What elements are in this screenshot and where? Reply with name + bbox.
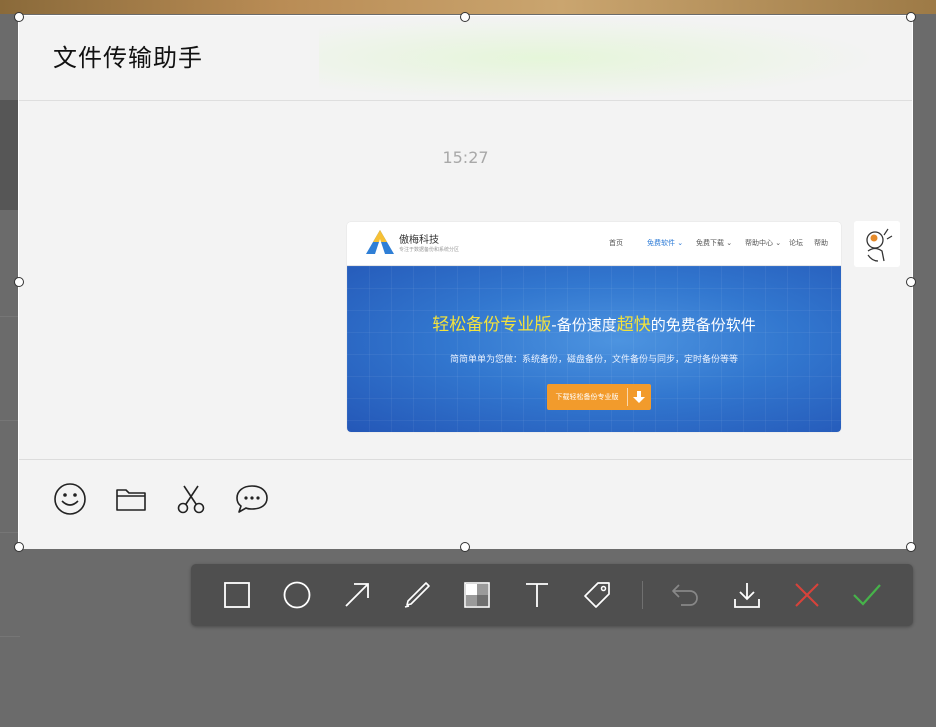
brand-tagline: 专注于数据备份和系统分区 [399, 247, 460, 253]
background-divider [0, 532, 20, 533]
aomei-logo-icon [366, 230, 394, 254]
toolbar-divider [642, 581, 643, 609]
selection-handle-middle-left[interactable] [14, 277, 24, 287]
nav-item-label: 帮助中心 [745, 239, 773, 247]
nav-item-home: 首页 [609, 239, 623, 247]
message-timestamp: 15:27 [442, 148, 489, 167]
nav-item-help: 帮助 [814, 239, 828, 247]
nav-item-forum: 论坛 [789, 239, 803, 247]
selection-handle-top-center[interactable] [460, 12, 470, 22]
nav-item-label: 免费软件 [647, 239, 675, 247]
message-input-toolbar [19, 459, 912, 549]
chat-title: 文件传输助手 [53, 44, 203, 72]
emoji-icon[interactable] [53, 482, 87, 516]
save-download-icon[interactable] [731, 579, 763, 611]
background-sidebar [0, 100, 20, 210]
headline-middle: -备份速度 [551, 316, 617, 334]
undo-icon[interactable] [669, 579, 701, 611]
nav-item-free-download: 免费下载 ⌄ [696, 238, 732, 248]
chat-bubble-icon[interactable] [235, 482, 269, 516]
chevron-down-icon: ⌄ [677, 239, 684, 247]
background-divider [0, 420, 20, 421]
chat-window: 文件传输助手 15:27 傲梅科技 专注于数据备份和系统分区 首页 免费软件 ⌄… [18, 15, 913, 549]
background-divider [0, 636, 20, 637]
headline-highlight: 超快 [616, 315, 651, 335]
background-divider [0, 316, 20, 317]
selection-handle-middle-right[interactable] [906, 277, 916, 287]
button-divider [627, 388, 628, 406]
download-arrow-icon [633, 391, 645, 403]
chat-header: 文件传输助手 [19, 16, 912, 101]
tag-tool-icon[interactable] [581, 579, 613, 611]
website-hero-banner: 轻松备份专业版-备份速度超快的免费备份软件 简简单单为您做：系统备份，磁盘备份，… [347, 266, 841, 432]
chevron-down-icon: ⌄ [775, 239, 782, 247]
download-button-label: 下载轻松备份专业版 [555, 393, 619, 401]
pen-tool-icon[interactable] [401, 579, 433, 611]
rectangle-tool-icon[interactable] [221, 579, 253, 611]
nav-item-help-center: 帮助中心 ⌄ [745, 238, 781, 248]
background-wallpaper-strip [0, 0, 936, 14]
selection-handle-bottom-left[interactable] [14, 542, 24, 552]
chevron-down-icon: ⌄ [726, 239, 733, 247]
selection-handle-top-left[interactable] [14, 12, 24, 22]
user-avatar[interactable] [854, 221, 900, 267]
cancel-icon[interactable] [791, 579, 823, 611]
ellipse-tool-icon[interactable] [281, 579, 313, 611]
download-button: 下载轻松备份专业版 [547, 384, 651, 410]
header-glow [319, 16, 879, 100]
nav-item-label: 免费下载 [696, 239, 724, 247]
image-message[interactable]: 傲梅科技 专注于数据备份和系统分区 首页 免费软件 ⌄ 免费下载 ⌄ 帮助中心 … [347, 222, 841, 432]
selection-handle-top-right[interactable] [906, 12, 916, 22]
arrow-tool-icon[interactable] [341, 579, 373, 611]
headline-end: 的免费备份软件 [650, 316, 756, 334]
selection-handle-bottom-right[interactable] [906, 542, 916, 552]
scissors-icon[interactable] [174, 482, 208, 516]
brand-name: 傲梅科技 [399, 235, 439, 246]
text-tool-icon[interactable] [521, 579, 553, 611]
nav-item-free-software: 免费软件 ⌄ [647, 238, 683, 248]
folder-icon[interactable] [114, 482, 148, 516]
selection-handle-bottom-center[interactable] [460, 542, 470, 552]
website-navbar: 傲梅科技 专注于数据备份和系统分区 首页 免费软件 ⌄ 免费下载 ⌄ 帮助中心 … [347, 222, 841, 266]
screenshot-toolbar [191, 564, 913, 626]
hero-subheadline: 简简单单为您做：系统备份，磁盘备份，文件备份与同步，定时备份等等 [449, 355, 738, 365]
hero-headline: 轻松备份专业版-备份速度超快的免费备份软件 [347, 310, 841, 335]
mosaic-tool-icon[interactable] [461, 579, 493, 611]
confirm-icon[interactable] [851, 579, 883, 611]
headline-highlight: 轻松备份专业版 [432, 315, 552, 335]
